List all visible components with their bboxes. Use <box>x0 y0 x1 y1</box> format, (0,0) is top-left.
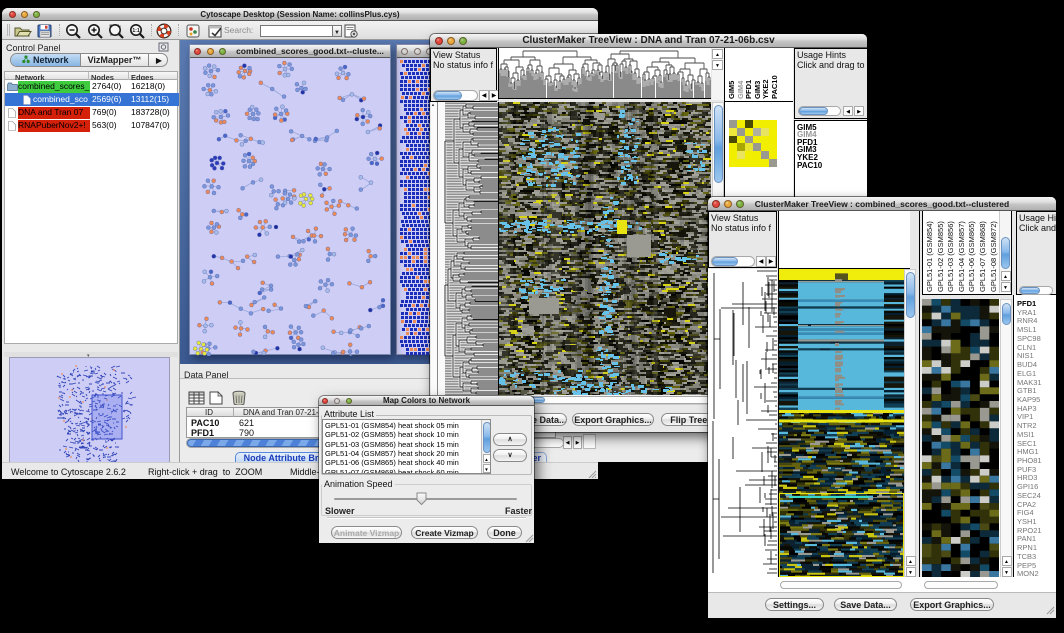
svg-text:1:1: 1:1 <box>132 28 139 34</box>
